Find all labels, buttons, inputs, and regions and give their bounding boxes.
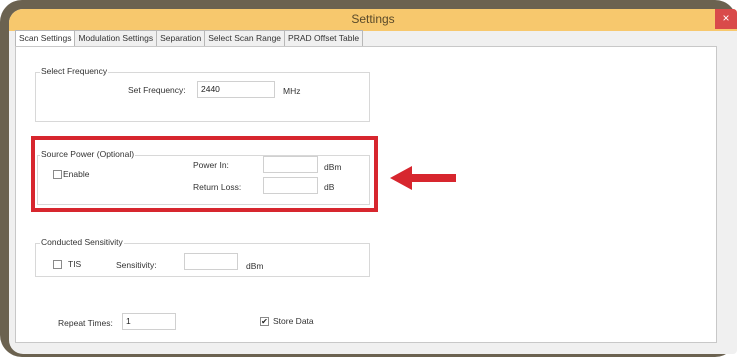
tab-modulation-settings[interactable]: Modulation Settings xyxy=(74,30,158,46)
tab-select-scan-range[interactable]: Select Scan Range xyxy=(204,30,286,46)
conducted-sensitivity-label: Conducted Sensitivity xyxy=(40,237,124,247)
repeat-times-input[interactable]: 1 xyxy=(122,313,176,330)
highlight-rectangle xyxy=(31,136,378,212)
tis-checkbox[interactable] xyxy=(53,260,62,269)
tis-label: TIS xyxy=(68,259,82,269)
title-bar: Settings × xyxy=(9,9,737,31)
window-title: Settings xyxy=(351,12,395,26)
store-data-checkbox[interactable]: ✔ xyxy=(260,317,269,326)
set-frequency-label: Set Frequency: xyxy=(128,85,186,95)
sensitivity-input[interactable] xyxy=(184,253,238,270)
close-button[interactable]: × xyxy=(715,9,737,29)
sensitivity-unit: dBm xyxy=(246,261,264,271)
tab-scan-settings[interactable]: Scan Settings xyxy=(15,30,76,47)
repeat-times-label: Repeat Times: xyxy=(58,318,113,328)
select-frequency-label: Select Frequency xyxy=(40,66,109,76)
tab-prad-offset-table[interactable]: PRAD Offset Table xyxy=(284,30,364,46)
sensitivity-label: Sensitivity: xyxy=(116,260,157,270)
tab-separation[interactable]: Separation xyxy=(156,30,206,46)
frequency-unit: MHz xyxy=(283,86,301,96)
set-frequency-input[interactable]: 2440 xyxy=(197,81,275,98)
tab-strip: Scan Settings Modulation Settings Separa… xyxy=(15,30,364,47)
red-arrow-icon xyxy=(390,166,456,190)
store-data-label: Store Data xyxy=(273,316,314,326)
